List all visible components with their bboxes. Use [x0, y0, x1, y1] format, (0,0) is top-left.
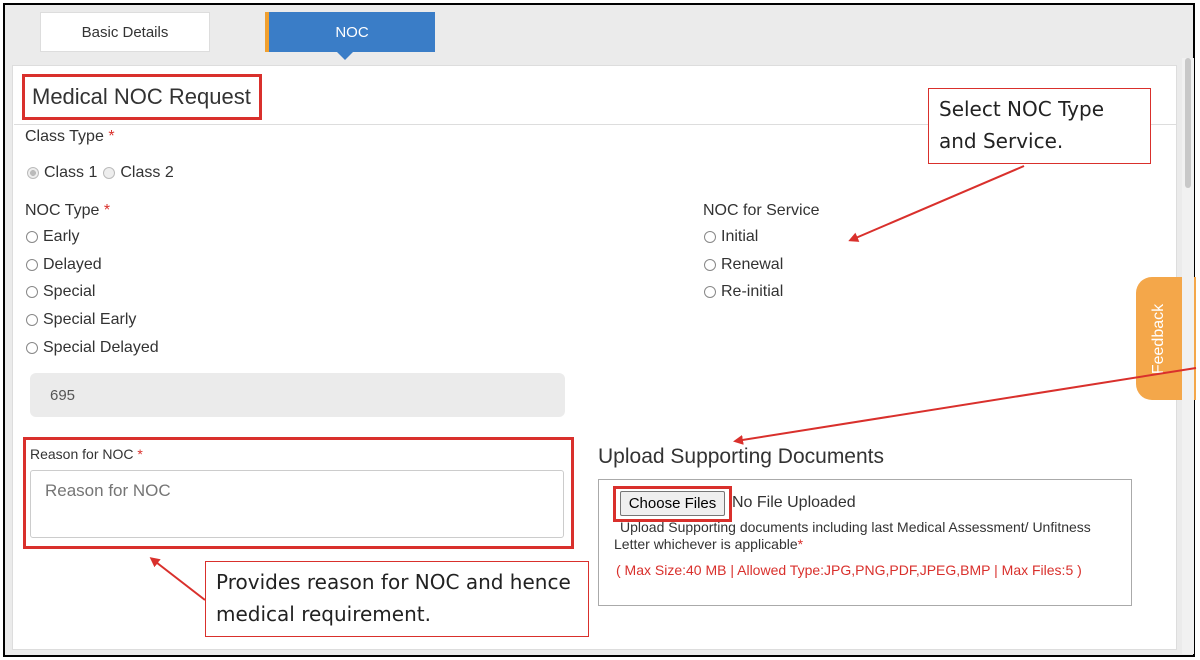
noc-type-special[interactable]: Special — [26, 283, 95, 301]
class-1-label: Class 1 — [44, 164, 98, 181]
upload-status: No File Uploaded — [732, 494, 856, 511]
noc-service-label: NOC for Service — [703, 202, 820, 219]
class-1-radio[interactable] — [27, 167, 39, 179]
required-mark: * — [137, 446, 143, 462]
reason-label-text: Reason for NOC — [30, 446, 134, 462]
required-mark: * — [103, 202, 111, 219]
tab-basic-details[interactable]: Basic Details — [40, 12, 210, 52]
scrollbar-thumb[interactable] — [1185, 58, 1191, 188]
noc-type-delayed-label: Delayed — [43, 256, 102, 273]
radio-icon[interactable] — [704, 231, 716, 243]
radio-icon[interactable] — [26, 231, 38, 243]
noc-type-delayed[interactable]: Delayed — [26, 256, 102, 274]
class-2-label: Class 2 — [120, 164, 174, 181]
noc-type-special-early[interactable]: Special Early — [26, 311, 136, 329]
reason-label: Reason for NOC * — [30, 446, 143, 462]
choose-files-button[interactable]: Choose Files — [620, 491, 725, 516]
class-type-options: Class 1 Class 2 — [27, 164, 174, 182]
callout-noc-selection: Select NOC Type and Service. — [928, 88, 1151, 164]
upload-limits: ( Max Size:40 MB | Allowed Type:JPG,PNG,… — [616, 562, 1082, 578]
required-mark: * — [797, 536, 804, 552]
noc-type-early[interactable]: Early — [26, 228, 79, 246]
radio-icon[interactable] — [26, 259, 38, 271]
noc-type-early-label: Early — [43, 228, 80, 245]
class-2-radio[interactable] — [103, 167, 116, 179]
readonly-value-field: 695 — [30, 373, 565, 417]
reason-textarea[interactable] — [30, 470, 564, 538]
radio-icon[interactable] — [704, 286, 716, 298]
class-type-label: Class Type * — [25, 128, 115, 146]
feedback-tab-label[interactable]: Feedback — [1136, 277, 1182, 400]
feedback-label: Feedback — [1150, 303, 1168, 374]
noc-service-renewal[interactable]: Renewal — [704, 256, 783, 274]
noc-type-special-label: Special — [43, 283, 96, 300]
tab-noc[interactable]: NOC — [265, 12, 435, 52]
noc-service-initial[interactable]: Initial — [704, 228, 758, 246]
radio-icon[interactable] — [704, 259, 716, 271]
required-mark: * — [108, 128, 115, 145]
radio-icon[interactable] — [26, 342, 38, 354]
noc-type-label: NOC Type * — [25, 202, 110, 220]
noc-type-special-delayed-label: Special Delayed — [43, 339, 159, 356]
noc-type-label-text: NOC Type — [25, 202, 100, 219]
page-title: Medical NOC Request — [22, 74, 262, 120]
noc-service-initial-label: Initial — [721, 228, 759, 245]
active-tab-pointer — [337, 52, 353, 60]
class-type-label-text: Class Type — [25, 128, 104, 145]
radio-icon[interactable] — [26, 314, 38, 326]
upload-help-text-content: Upload Supporting documents including la… — [614, 519, 1091, 552]
noc-type-special-early-label: Special Early — [43, 311, 137, 328]
callout-reason: Provides reason for NOC and hence medica… — [205, 561, 589, 637]
noc-service-reinitial[interactable]: Re-initial — [704, 283, 783, 301]
upload-help-text: Upload Supporting documents including la… — [614, 519, 1114, 553]
noc-service-renewal-label: Renewal — [721, 256, 784, 273]
noc-service-reinitial-label: Re-initial — [721, 283, 784, 300]
radio-icon[interactable] — [26, 286, 38, 298]
upload-title: Upload Supporting Documents — [598, 445, 885, 468]
noc-type-special-delayed[interactable]: Special Delayed — [26, 339, 159, 357]
